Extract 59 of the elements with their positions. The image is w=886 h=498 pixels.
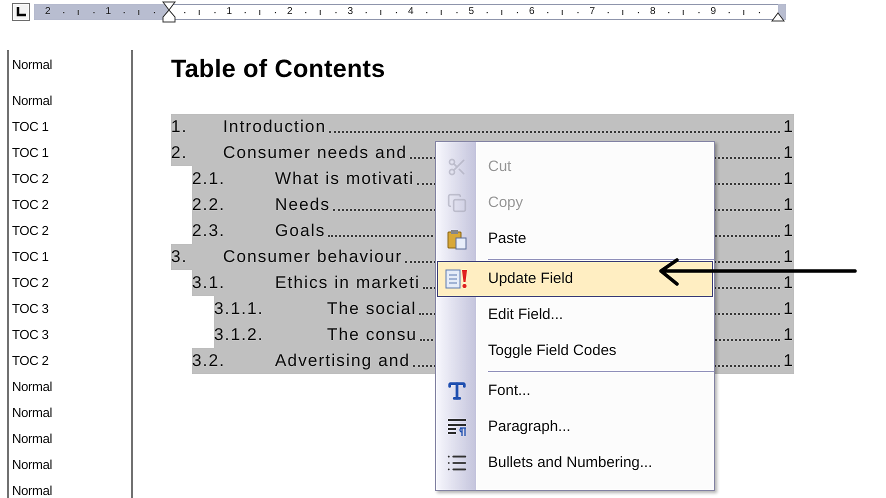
ruler-number: 1 [106, 5, 112, 19]
page-number: 1 [783, 350, 794, 372]
entry-title: Consumer needs and [223, 142, 408, 164]
entry-number: 3.1.1. [214, 298, 265, 320]
entry-number: 1. [171, 116, 189, 138]
style-name: Normal [12, 92, 52, 110]
ruler-number: 5 [468, 5, 474, 19]
style-name: TOC 3 [12, 300, 49, 318]
entry-title: Ethics in marketi [275, 272, 420, 294]
document-heading: Table of Contents [171, 54, 386, 86]
ruler-number: 2 [287, 5, 293, 19]
entry-title: Consumer behaviour [223, 246, 402, 268]
entry-number: 3.1.2. [214, 324, 265, 346]
entry-number: 3.2. [192, 350, 226, 372]
entry-number: 3. [171, 246, 189, 268]
style-name: TOC 1 [12, 248, 49, 266]
style-name: TOC 2 [12, 274, 49, 292]
style-name: TOC 1 [12, 118, 49, 136]
ruler-number: 6 [529, 5, 535, 19]
style-name: TOC 2 [12, 352, 49, 370]
page-number: 1 [783, 142, 794, 164]
page-number: 1 [783, 272, 794, 294]
style-name: Normal [12, 430, 52, 448]
entry-number: 3.1. [192, 272, 226, 294]
entry-number: 2.1. [192, 168, 226, 190]
style-name: TOC 3 [12, 326, 49, 344]
page-number: 1 [783, 220, 794, 242]
ruler-number: 1 [226, 5, 232, 19]
page-number: 1 [783, 298, 794, 320]
entry-title: The consu [327, 324, 418, 346]
ruler-number: 2 [45, 5, 51, 19]
ruler-number: 7 [590, 5, 596, 19]
entry-title: Introduction [223, 116, 326, 138]
entry-number: 2.3. [192, 220, 226, 242]
style-name: TOC 2 [12, 196, 49, 214]
style-name: TOC 2 [12, 222, 49, 240]
ruler-number: 9 [710, 5, 716, 19]
style-name: Normal [12, 456, 52, 474]
entry-title: The social [327, 298, 416, 320]
page-number: 1 [783, 194, 794, 216]
style-name: TOC 2 [12, 170, 49, 188]
page-number: 1 [783, 116, 794, 138]
entry-title: Needs [275, 194, 330, 216]
style-name: TOC 1 [12, 144, 49, 162]
entry-number: 2. [171, 142, 189, 164]
entry-title: What is motivati [275, 168, 414, 190]
style-name: Normal [12, 404, 52, 422]
ruler-number: 8 [650, 5, 656, 19]
page-number: 1 [783, 168, 794, 190]
page-number: 1 [783, 246, 794, 268]
style-name: Normal [12, 378, 52, 396]
entry-number: 2.2. [192, 194, 226, 216]
page-number: 1 [783, 324, 794, 346]
entry-title: Goals [275, 220, 326, 242]
style-name: Normal [12, 56, 52, 74]
style-name: Normal [12, 482, 52, 498]
ruler-number: 3 [348, 5, 354, 19]
entry-title: Advertising and [275, 350, 410, 372]
ruler-number: 4 [408, 5, 414, 19]
